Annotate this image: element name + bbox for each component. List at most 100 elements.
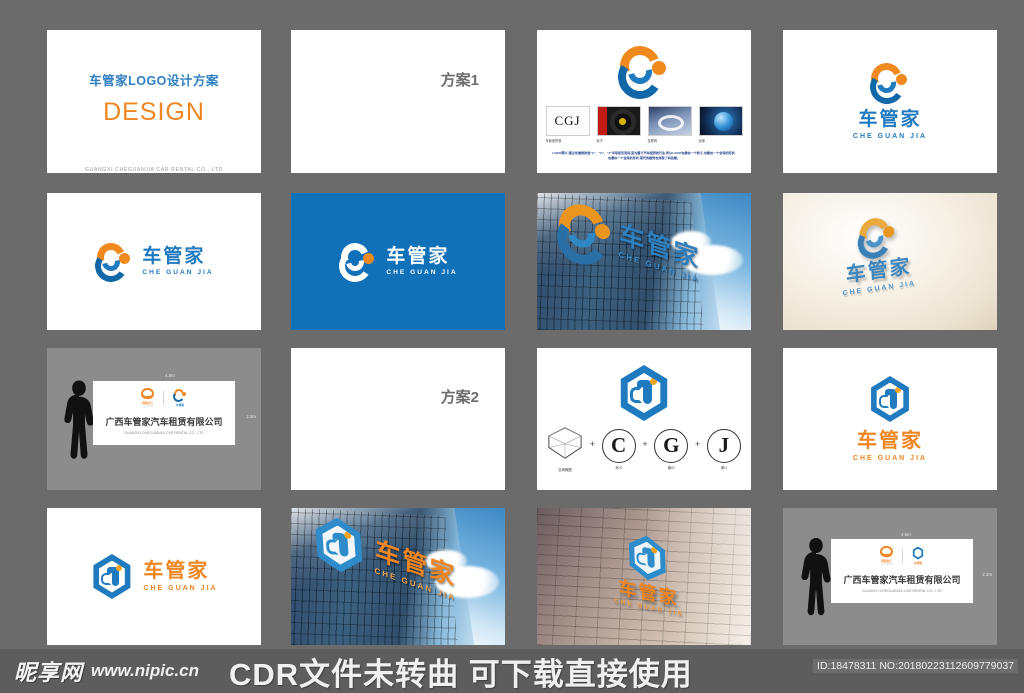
tile-mockup-building-hex[interactable]: 车管家 CHE GUAN JIA [291,508,505,645]
hex-glyph [879,389,902,410]
signage-hex-on-building [311,515,367,574]
person-silhouette-icon [62,380,96,466]
logo-name-cn: 车管家 [853,431,927,451]
sign-height-label: 2.2m [246,414,256,419]
hex-glyph [636,546,659,570]
sign-height-label: 2.2m [982,572,992,577]
logo-mark-round [616,46,672,98]
letter-j-circle: J [707,429,741,463]
signage-partner-row: 携程出行 ctrip · 旅行网 车管家 [93,388,235,408]
divider [902,549,903,563]
concept-thumb-item[interactable]: 全球 [699,106,743,143]
tile-title-slide[interactable]: 车管家LOGO设计方案 DESIGN GUANGXI CHEGUANJIA CA… [47,30,261,173]
sign-width-label: 4.5m [901,532,911,537]
thumb-caption: 全球 [699,138,743,143]
logo-lockup-horizontal: 车管家 CHE GUAN JIA [94,243,213,280]
screenshot-root: 车管家LOGO设计方案 DESIGN GUANGXI CHEGUANJIA CA… [0,0,1024,693]
watermark-site-name[interactable]: 昵享网 [14,655,83,687]
concept-thumb-item[interactable]: 轮子 [597,106,641,143]
hex-outer [912,547,924,560]
partner-mark-icon [141,388,154,399]
hex-glyph-c [637,380,651,387]
mark-orange-dot [652,61,666,75]
concept-description: LOGO释义:通过车管家拼音"C"、"G"、"J"字母变形而成,因为属于汽车租赁… [551,151,737,160]
hex-outer [868,376,912,422]
partner-label-sub: ctrip · 旅行网 [880,563,893,566]
hex-inner [319,524,359,567]
logo-mark-round [868,63,912,103]
tile-logo-round-horizontal[interactable]: 车管家 CHE GUAN JIA [47,193,261,330]
logo-mark-round [173,389,187,402]
watermark-message: CDR文件未转曲 可下载直接使用 [229,649,693,693]
sign-width-label: 4.5m [165,373,175,378]
tile-logo-hex-horizontal[interactable]: 车管家 CHE GUAN JIA [47,508,261,645]
hex-glyph-c [332,532,345,540]
brand-logo-small: 车管家 [173,389,187,408]
signage-partner-row: 携程出行 ctrip · 旅行网 车管家 [831,546,973,566]
hex-glyph-g [101,573,111,585]
hex-outer [626,532,670,585]
slide-title-en: DESIGN [103,98,205,127]
brand-label-small: 车管家 [912,561,924,565]
watermark-id-text: ID:18478311 NO:20180223112609779037 [813,659,1018,673]
tile-mockup-building-round[interactable]: 车管家 CHE GUAN JIA [537,193,751,330]
tile-logo-round-stacked[interactable]: 车管家 CHE GUAN JIA [783,30,997,173]
mark-orange-dot [883,226,894,239]
tile-signage-round[interactable]: 4.5m 2.2m 携程出行 ctrip · 旅行网 车管家 [47,348,261,490]
hex-glyph-g [636,552,646,566]
hex-outer [311,515,367,574]
hex-inner [875,383,906,416]
concept-thumb-item[interactable]: 互联网 [648,106,692,143]
hex-glyph [101,567,123,587]
tile-logo-reversed-blue[interactable]: 车管家 CHE GUAN JIA [291,193,505,330]
hex-glyph-g [630,387,642,403]
letter-c-circle: C [602,429,636,463]
tile-concept-round[interactable]: CGJ 车管家拼音 轮子 互联网 全球 [537,30,751,173]
logo-mark-round [555,201,617,267]
construction-label: 空间概图 [547,467,583,472]
brand-logo-small: 车管家 [912,547,924,566]
construction-label: 车/C [602,465,636,470]
tile-plan1[interactable]: 方案1 [291,30,505,173]
tile-logo-hex-stacked[interactable]: 车管家 CHE GUAN JIA [783,348,997,490]
hex-inner [632,539,663,577]
hex-construction-row: 空间概图 + C 车/C + G 管/G + J 家/J [547,426,741,472]
letter-glyph: C [611,433,626,458]
tile-plan2[interactable]: 方案2 [291,348,505,490]
tile-concept-hex[interactable]: 空间概图 + C 车/C + G 管/G + J 家/J [537,348,751,490]
logo-name-en: CHE GUAN JIA [386,270,457,277]
construction-operator: + [590,439,595,449]
thumb-caption: 车管家拼音 [546,138,590,143]
construction-item[interactable]: C 车/C [602,429,636,470]
logo-name-en: CHE GUAN JIA [142,270,213,277]
logo-name-cn: 车管家 [142,247,213,266]
construction-label: 管/G [654,465,688,470]
logo-name-cn: 车管家 [386,247,457,266]
construction-item[interactable]: G 管/G [654,429,688,470]
concept-thumb-row: CGJ 车管家拼音 轮子 互联网 全球 [549,106,739,143]
construction-item[interactable]: J 家/J [707,429,741,470]
mark-orange-dot [119,253,130,264]
signage-board: 携程出行 ctrip · 旅行网 车管家 广西车管家汽车租赁有限公司 GUANG… [831,539,973,603]
logo-lockup-stacked: 车管家 CHE GUAN JIA [853,63,927,140]
concept-thumb-item[interactable]: CGJ 车管家拼音 [546,106,590,143]
divider [163,391,164,405]
construction-item[interactable]: 空间概图 [547,426,583,472]
watermark-bar: 昵享网 www.nipic.cn CDR文件未转曲 可下载直接使用 ID:184… [0,649,1024,693]
logo-name-en: CHE GUAN JIA [853,455,927,462]
tile-signage-hex[interactable]: 4.5m 2.2m 携程出行 ctrip · 旅行网 车管家 广西车管家汽车租赁… [783,508,997,645]
signage-company-en: GUANGXI CHEGUANJIA CAR RENTAL CO., LTD [93,431,235,435]
signage-board: 携程出行 ctrip · 旅行网 车管家 广西车管家汽车租赁有限公司 GUANG… [93,381,235,445]
tile-mockup-brick-wall[interactable]: 车管家 CHE GUAN JIA [537,508,751,645]
mark-orange-dot [895,387,901,393]
letter-g-circle: G [654,429,688,463]
logo-lockup-reversed: 车管家 CHE GUAN JIA [338,243,457,280]
letter-glyph: J [719,433,730,458]
logo-name-cn: 车管家 [143,561,217,581]
tile-mockup-3d-beige[interactable]: 车管家 CHE GUAN JIA [783,193,997,330]
logo-lockup-hex-stacked: 车管家 CHE GUAN JIA [853,376,927,462]
watermark-site-url[interactable]: www.nipic.cn [91,661,199,681]
logo-mark-round [338,243,378,280]
mark-orange-dot [116,565,122,571]
logo-lockup-hex-horizontal: 车管家 CHE GUAN JIA [90,554,217,599]
